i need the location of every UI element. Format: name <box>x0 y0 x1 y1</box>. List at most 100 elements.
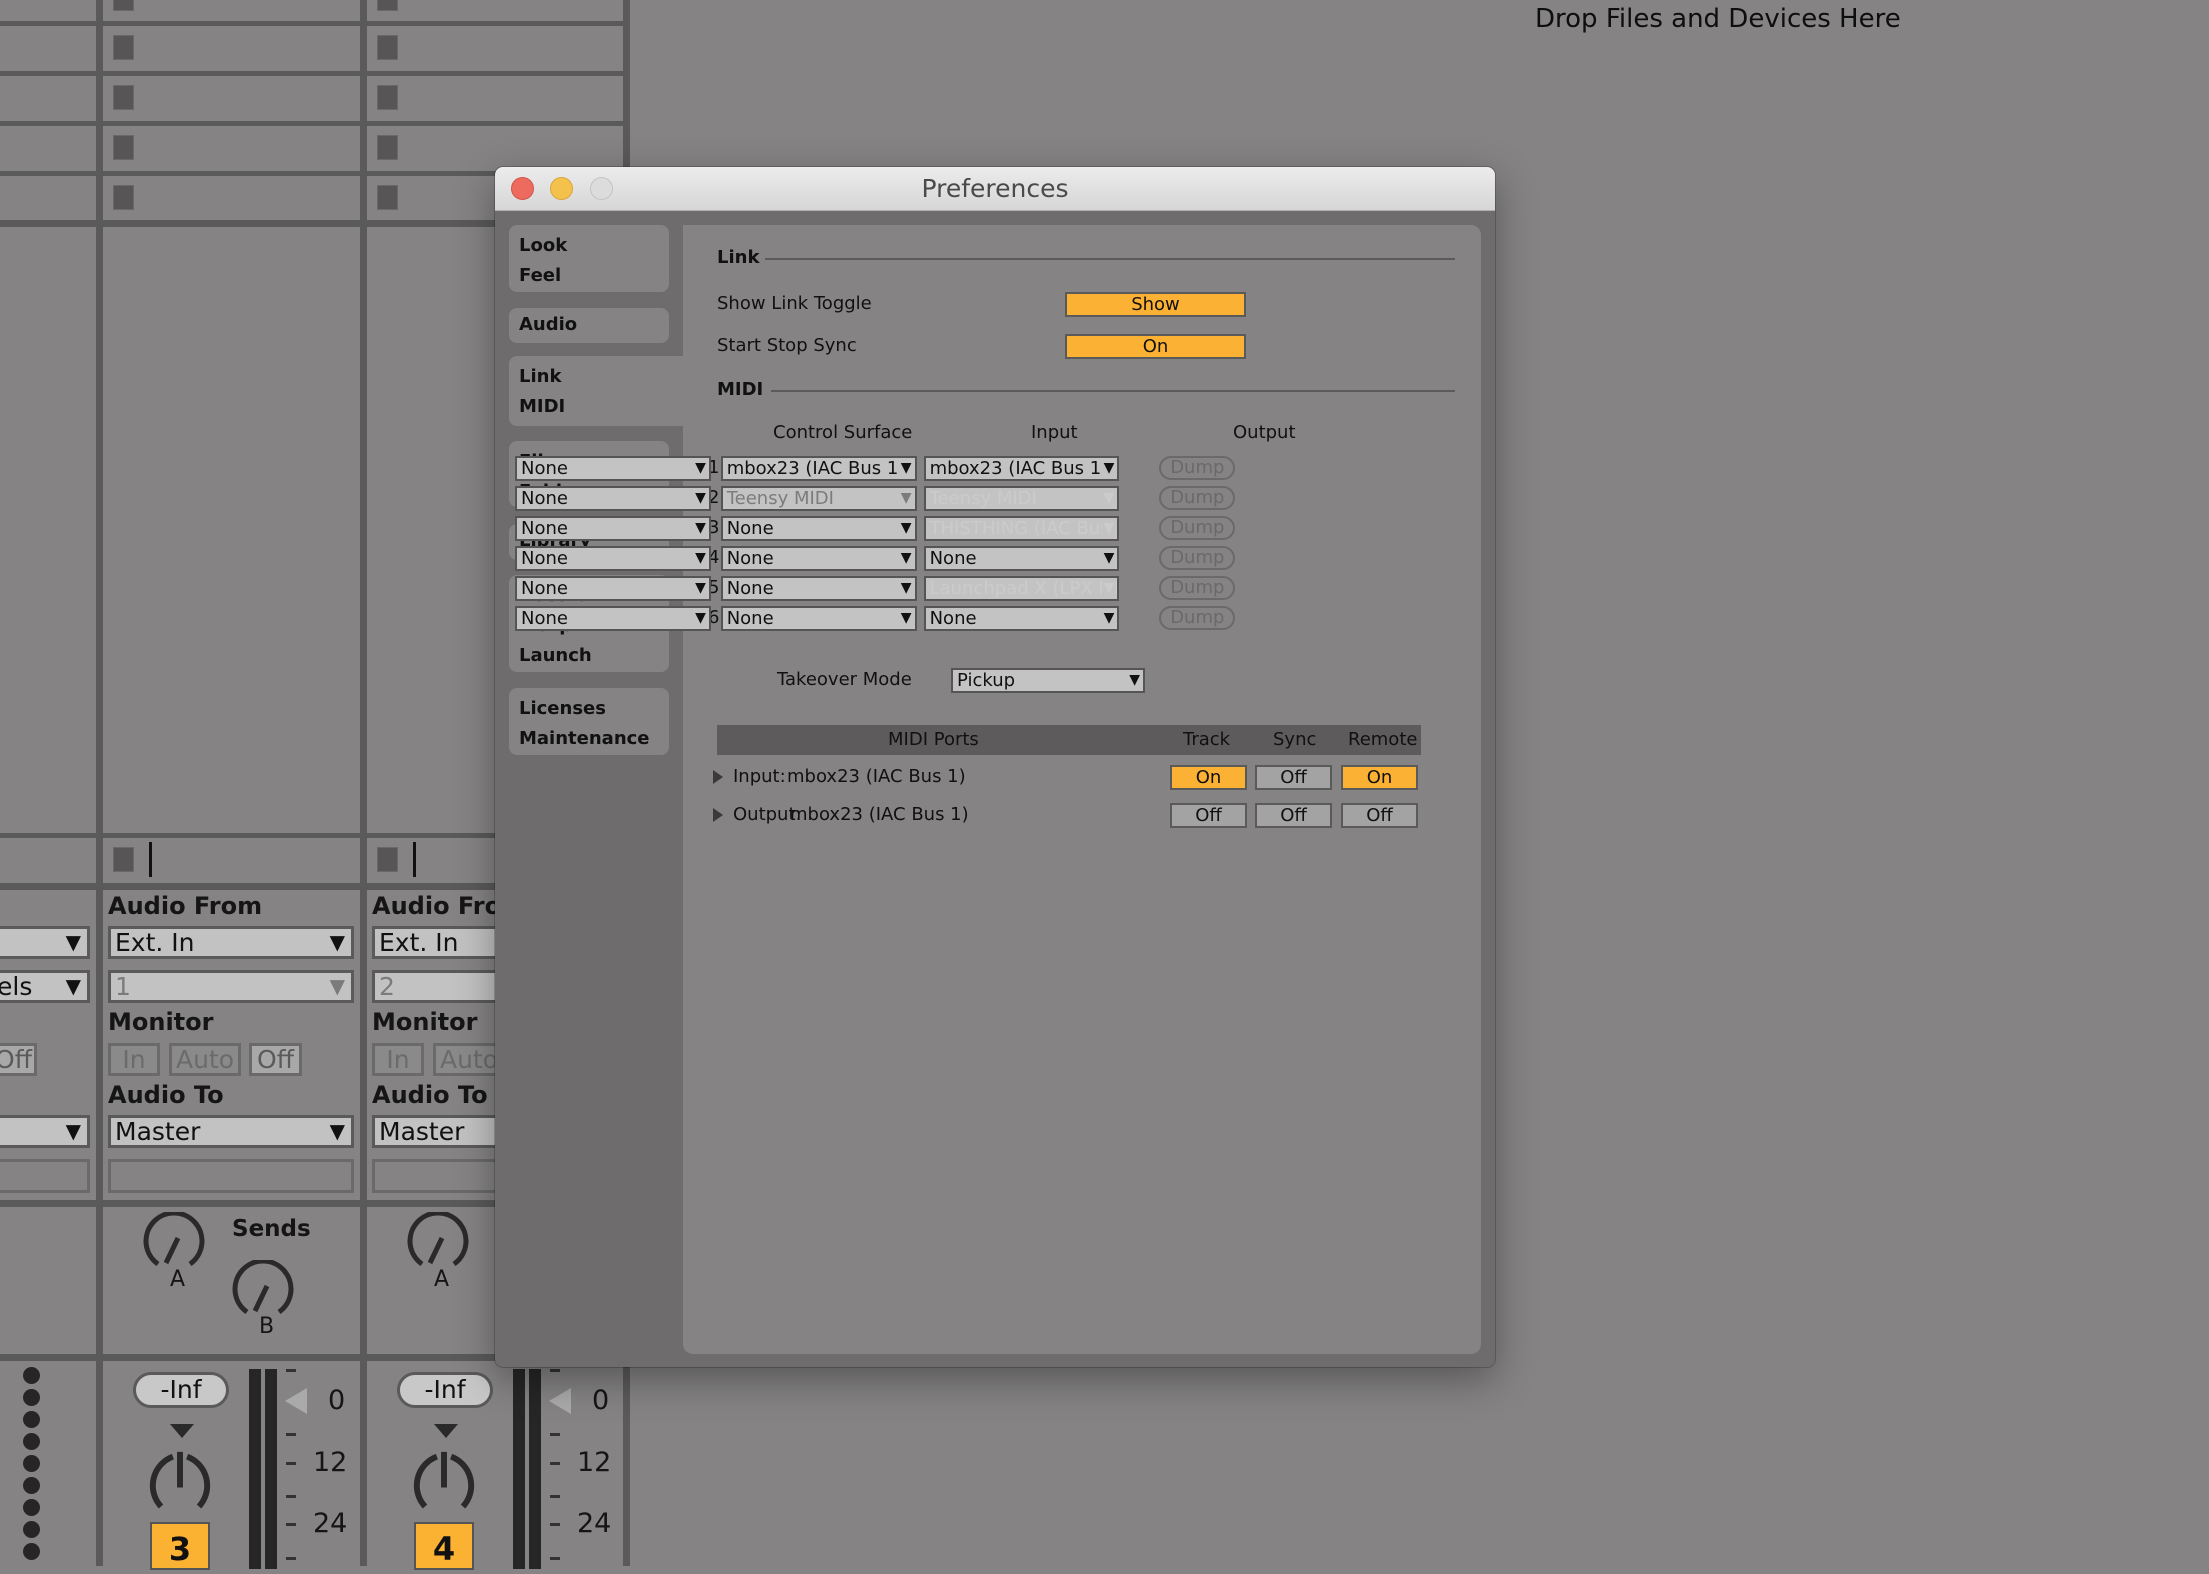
level-meter-right <box>529 1369 541 1569</box>
midi-input-select[interactable]: mbox23 (IAC Bus 1) ▼ <box>720 456 917 481</box>
midi-output-select[interactable]: mbox23 (IAC Bus 1) ▼ <box>923 456 1120 481</box>
midi-output-select[interactable]: THISTHING (IAC Bus ▼ <box>923 516 1120 541</box>
port-direction: Input: <box>733 766 786 787</box>
column-header-input: Input <box>1031 422 1078 443</box>
control-surface-select[interactable]: None ▼ <box>515 546 711 571</box>
dump-button[interactable]: Dump <box>1159 516 1236 540</box>
monitor-in-button[interactable]: In <box>108 1043 160 1076</box>
link-section-heading: Link <box>717 247 760 268</box>
monitor-auto-button[interactable]: Auto <box>169 1043 241 1076</box>
volume-slider-handle-icon[interactable] <box>285 1388 307 1414</box>
dump-button[interactable]: Dump <box>1159 606 1236 630</box>
input-channel-select[interactable]: 1 ▼ <box>108 970 354 1003</box>
track-stop-button[interactable] <box>377 847 398 872</box>
midi-output-select[interactable]: None ▼ <box>923 546 1120 571</box>
pan-marker-icon <box>170 1424 194 1438</box>
chevron-down-icon: ▼ <box>65 974 81 998</box>
level-meter-left <box>249 1369 261 1569</box>
control-surface-select[interactable]: None ▼ <box>515 516 711 541</box>
midi-input-select[interactable]: None ▼ <box>720 606 917 631</box>
meter-scale-24: 24 <box>313 1508 348 1539</box>
volume-readout[interactable]: -Inf <box>133 1372 229 1408</box>
midi-input-select[interactable]: None ▼ <box>720 546 917 571</box>
control-surface-select[interactable]: None ▼ <box>515 606 711 631</box>
clip-stop-button[interactable] <box>113 35 134 60</box>
chevron-down-icon: ▼ <box>693 548 706 569</box>
clip-stop-button[interactable] <box>377 135 398 160</box>
midi-input-select[interactable]: None ▼ <box>720 516 917 541</box>
sidebar-tab-audio[interactable]: Audio <box>509 308 669 343</box>
chevron-down-icon: ▼ <box>693 458 706 479</box>
control-surface-select[interactable]: None ▼ <box>515 486 711 511</box>
meter-scale-12: 12 <box>577 1447 612 1478</box>
expand-triangle-icon[interactable] <box>713 808 723 822</box>
midi-output-select[interactable]: None ▼ <box>923 606 1120 631</box>
sidebar-tab-link-midi[interactable]: Link MIDI <box>509 356 705 426</box>
monitor-off-button[interactable]: Off <box>249 1043 302 1076</box>
sidebar-tab-look-feel[interactable]: Look Feel <box>509 225 669 292</box>
chevron-down-icon: ▼ <box>898 548 912 569</box>
midi-ports-title: MIDI Ports <box>888 729 979 750</box>
show-link-toggle-button[interactable]: Show <box>1065 292 1246 317</box>
clip-stop-button[interactable] <box>377 185 398 210</box>
partial-channel-select[interactable]: els ▼ <box>0 970 90 1003</box>
dump-button[interactable]: Dump <box>1159 576 1236 600</box>
preferences-dialog: Preferences Look Feel Audio Link MIDI Fi… <box>495 167 1495 1367</box>
port-sync-toggle[interactable]: Off <box>1255 803 1332 828</box>
audio-from-label: Audio From <box>108 892 263 920</box>
clip-stop-button[interactable] <box>377 35 398 60</box>
volume-readout[interactable]: -Inf <box>397 1372 493 1408</box>
partial-monitor-off[interactable]: Off <box>0 1043 37 1076</box>
port-track-toggle[interactable]: Off <box>1170 803 1247 828</box>
port-track-toggle[interactable]: On <box>1170 765 1247 790</box>
sidebar-tab-licenses-maintenance[interactable]: Licenses Maintenance <box>509 688 669 755</box>
send-b-label: B <box>259 1314 275 1339</box>
pan-knob[interactable] <box>142 1440 218 1516</box>
dump-button[interactable]: Dump <box>1159 456 1236 480</box>
track-cursor <box>413 842 416 877</box>
clip-stop-button[interactable] <box>377 0 398 11</box>
track-activator-3[interactable]: 3 <box>150 1522 210 1570</box>
control-surface-select[interactable]: None ▼ <box>515 456 711 481</box>
audio-from-select[interactable]: Ext. In▼ <box>108 926 354 959</box>
clip-row-divider <box>0 71 627 76</box>
audio-to-select[interactable]: Master▼ <box>108 1115 354 1148</box>
monitor-label: Monitor <box>108 1008 214 1036</box>
port-remote-toggle[interactable]: Off <box>1341 803 1418 828</box>
pan-knob[interactable] <box>406 1440 482 1516</box>
send-a-label: A <box>170 1267 186 1292</box>
dump-button[interactable]: Dump <box>1159 486 1236 510</box>
clip-stop-button[interactable] <box>113 135 134 160</box>
volume-slider-handle-icon[interactable] <box>549 1388 571 1414</box>
chevron-down-icon: ▼ <box>693 608 706 629</box>
title-bar[interactable]: Preferences <box>495 167 1495 211</box>
takeover-mode-select[interactable]: Pickup ▼ <box>951 668 1145 693</box>
midi-input-select[interactable]: None ▼ <box>720 576 917 601</box>
monitor-in-button[interactable]: In <box>372 1043 424 1076</box>
clip-stop-button[interactable] <box>113 0 134 11</box>
dump-button[interactable]: Dump <box>1159 546 1236 570</box>
port-remote-toggle[interactable]: On <box>1341 765 1418 790</box>
partial-empty-field <box>0 1159 90 1193</box>
chevron-down-icon: ▼ <box>329 974 345 998</box>
monitor-label: Monitor <box>372 1008 478 1036</box>
audio-to-label: Audio To <box>372 1081 488 1109</box>
midi-output-select[interactable]: Launchpad X (LPX MIDI ▼ <box>923 576 1120 601</box>
column-header-output: Output <box>1233 422 1296 443</box>
port-sync-toggle[interactable]: Off <box>1255 765 1332 790</box>
partial-select[interactable]: ▼ <box>0 926 90 959</box>
partial-audio-to-select[interactable]: ▼ <box>0 1115 90 1148</box>
clip-stop-button[interactable] <box>113 85 134 110</box>
pan-marker-icon <box>434 1424 458 1438</box>
clip-stop-button[interactable] <box>377 85 398 110</box>
midi-output-select[interactable]: Teensy MIDI ▼ <box>923 486 1120 511</box>
ports-col-remote: Remote <box>1348 729 1418 750</box>
control-surface-select[interactable]: None ▼ <box>515 576 711 601</box>
clip-stop-button[interactable] <box>113 185 134 210</box>
track-activator-4[interactable]: 4 <box>414 1522 474 1570</box>
expand-triangle-icon[interactable] <box>713 770 723 784</box>
audio-to-label: Audio To <box>108 1081 224 1109</box>
track-stop-button[interactable] <box>113 847 134 872</box>
midi-input-select[interactable]: Teensy MIDI ▼ <box>720 486 917 511</box>
start-stop-sync-button[interactable]: On <box>1065 334 1246 359</box>
